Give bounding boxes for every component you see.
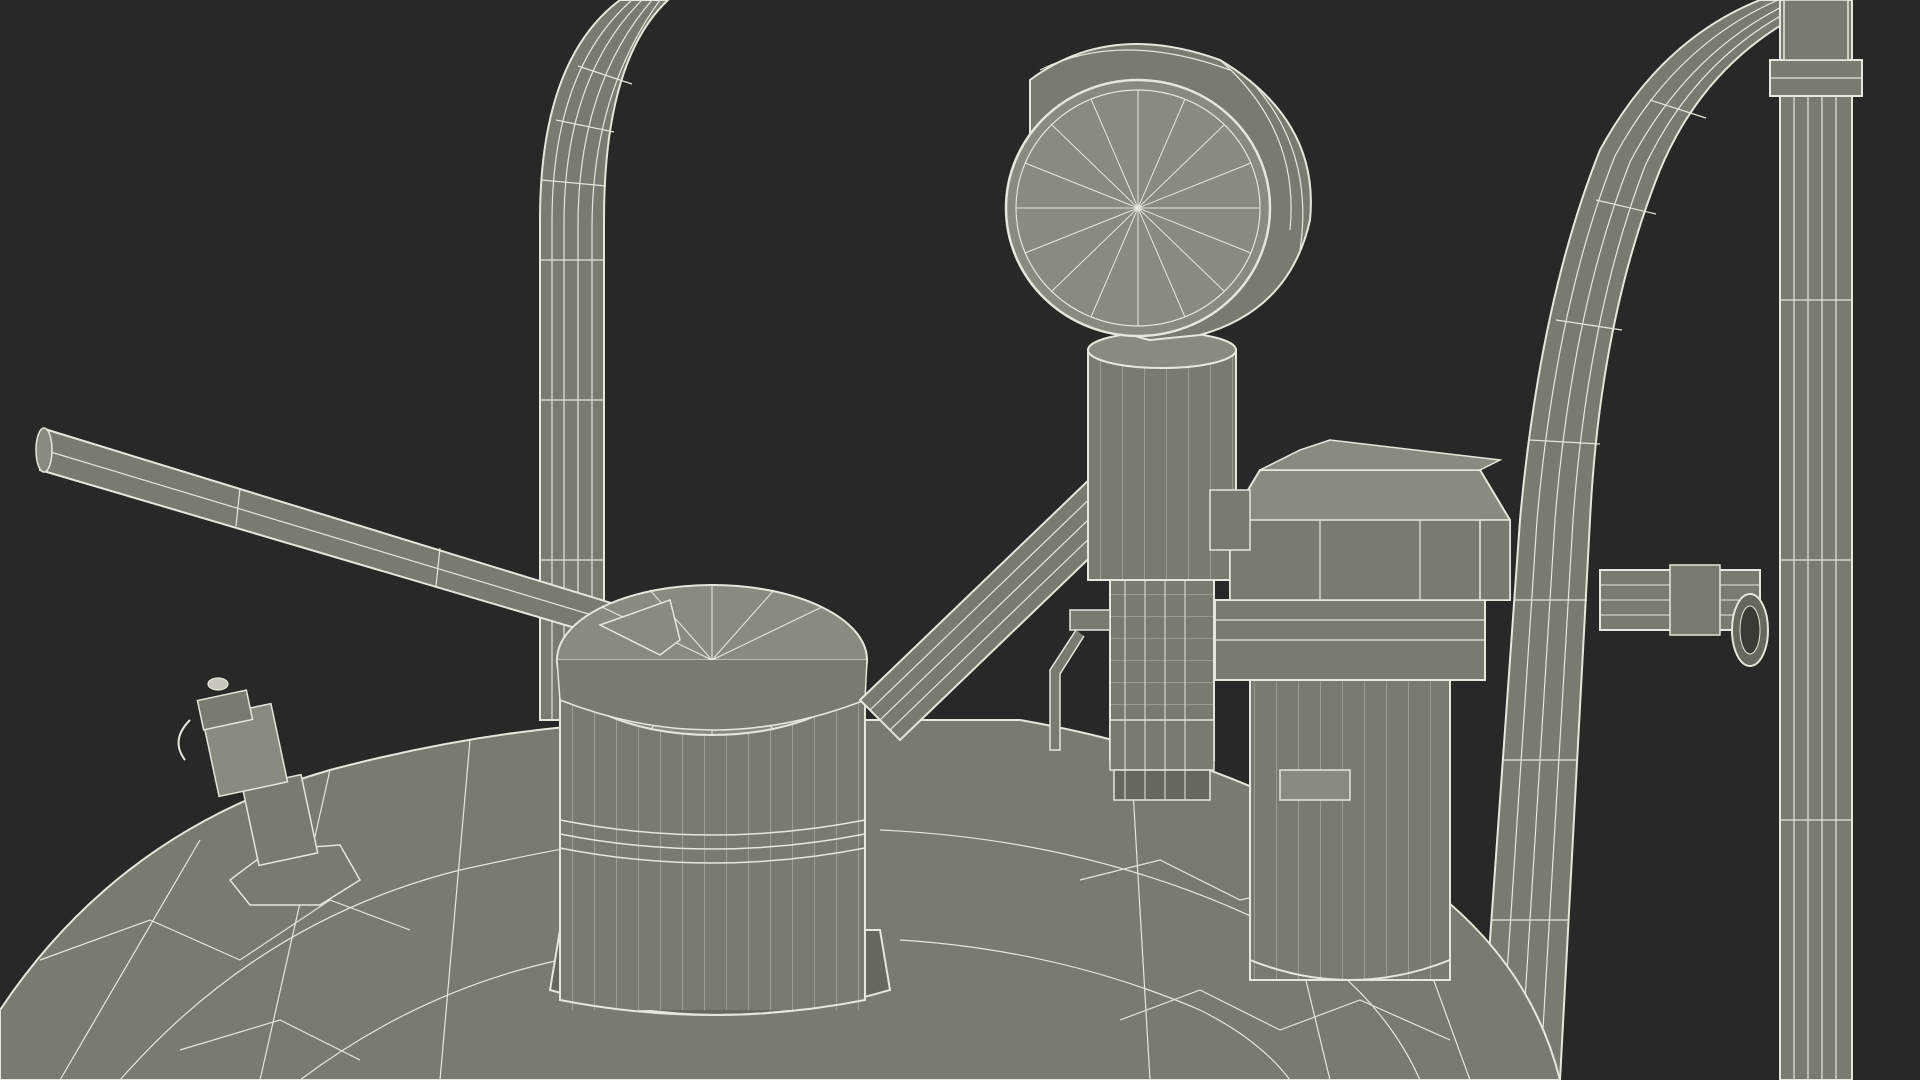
side-valve <box>1069 609 1111 631</box>
filter-inlet-fitting <box>1209 489 1251 551</box>
right-vertical-pipe <box>1769 0 1863 1080</box>
filter-outlet-fitting <box>1479 519 1511 601</box>
pump-cylinder <box>548 584 892 1016</box>
filter-tab <box>1279 769 1351 801</box>
wireframe-render-canvas <box>0 0 1920 1080</box>
